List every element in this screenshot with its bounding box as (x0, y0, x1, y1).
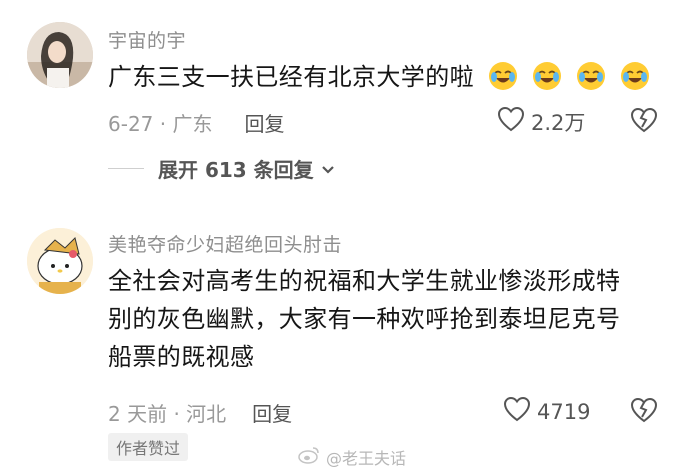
author-liked-badge: 作者赞过 (108, 433, 189, 461)
date-location: 6-27 · 广东 (108, 112, 213, 136)
avatar[interactable] (27, 22, 93, 88)
reply-button[interactable]: 回复 (244, 108, 284, 137)
crying-laughing-emoji-icon (570, 62, 614, 91)
username[interactable]: 宇宙的宇 (108, 26, 186, 53)
heart-outline-icon (497, 106, 531, 137)
like-button[interactable]: 4719 (503, 396, 590, 427)
comment-meta: 6-27 · 广东 回复 (108, 108, 284, 137)
comment-item-2: 美艳夺命少妇超绝回头肘击 全社会对高考生的祝福和大学生就业惨淡形成特 别的灰色幽… (0, 210, 690, 472)
date-location: 2 天前 · 河北 (108, 402, 227, 426)
reply-button[interactable]: 回复 (252, 398, 292, 427)
comment-text: 全社会对高考生的祝福和大学生就业惨淡形成特 别的灰色幽默，大家有一种欢呼抢到泰坦… (108, 267, 621, 371)
broken-heart-icon (630, 107, 658, 137)
like-count: 4719 (537, 399, 591, 424)
crying-laughing-emoji-icon (614, 62, 650, 91)
crying-laughing-emoji-icon (482, 62, 526, 91)
comment-meta: 2 天前 · 河北 回复 (108, 398, 292, 427)
like-count: 2.2万 (531, 110, 586, 135)
weibo-logo-icon (298, 446, 326, 468)
chevron-down-icon (314, 157, 336, 181)
comment-item-1: 宇宙的宇 广东三支一扶已经有北京大学的啦 6-27 · 广东 回复 2.2万 展… (0, 0, 690, 210)
crying-laughing-emoji-icon (526, 62, 570, 91)
dislike-button[interactable] (630, 107, 658, 137)
dislike-button[interactable] (630, 397, 658, 427)
avatar[interactable] (27, 228, 93, 294)
username[interactable]: 美艳夺命少妇超绝回头肘击 (108, 230, 342, 257)
comment-text: 广东三支一扶已经有北京大学的啦 (108, 58, 668, 96)
divider (108, 168, 144, 169)
watermark: @老王夫话 (298, 445, 406, 469)
heart-outline-icon (503, 396, 537, 427)
expand-replies-button[interactable]: 展开 613 条回复 (108, 154, 336, 183)
broken-heart-icon (630, 397, 658, 427)
like-button[interactable]: 2.2万 (497, 106, 585, 137)
